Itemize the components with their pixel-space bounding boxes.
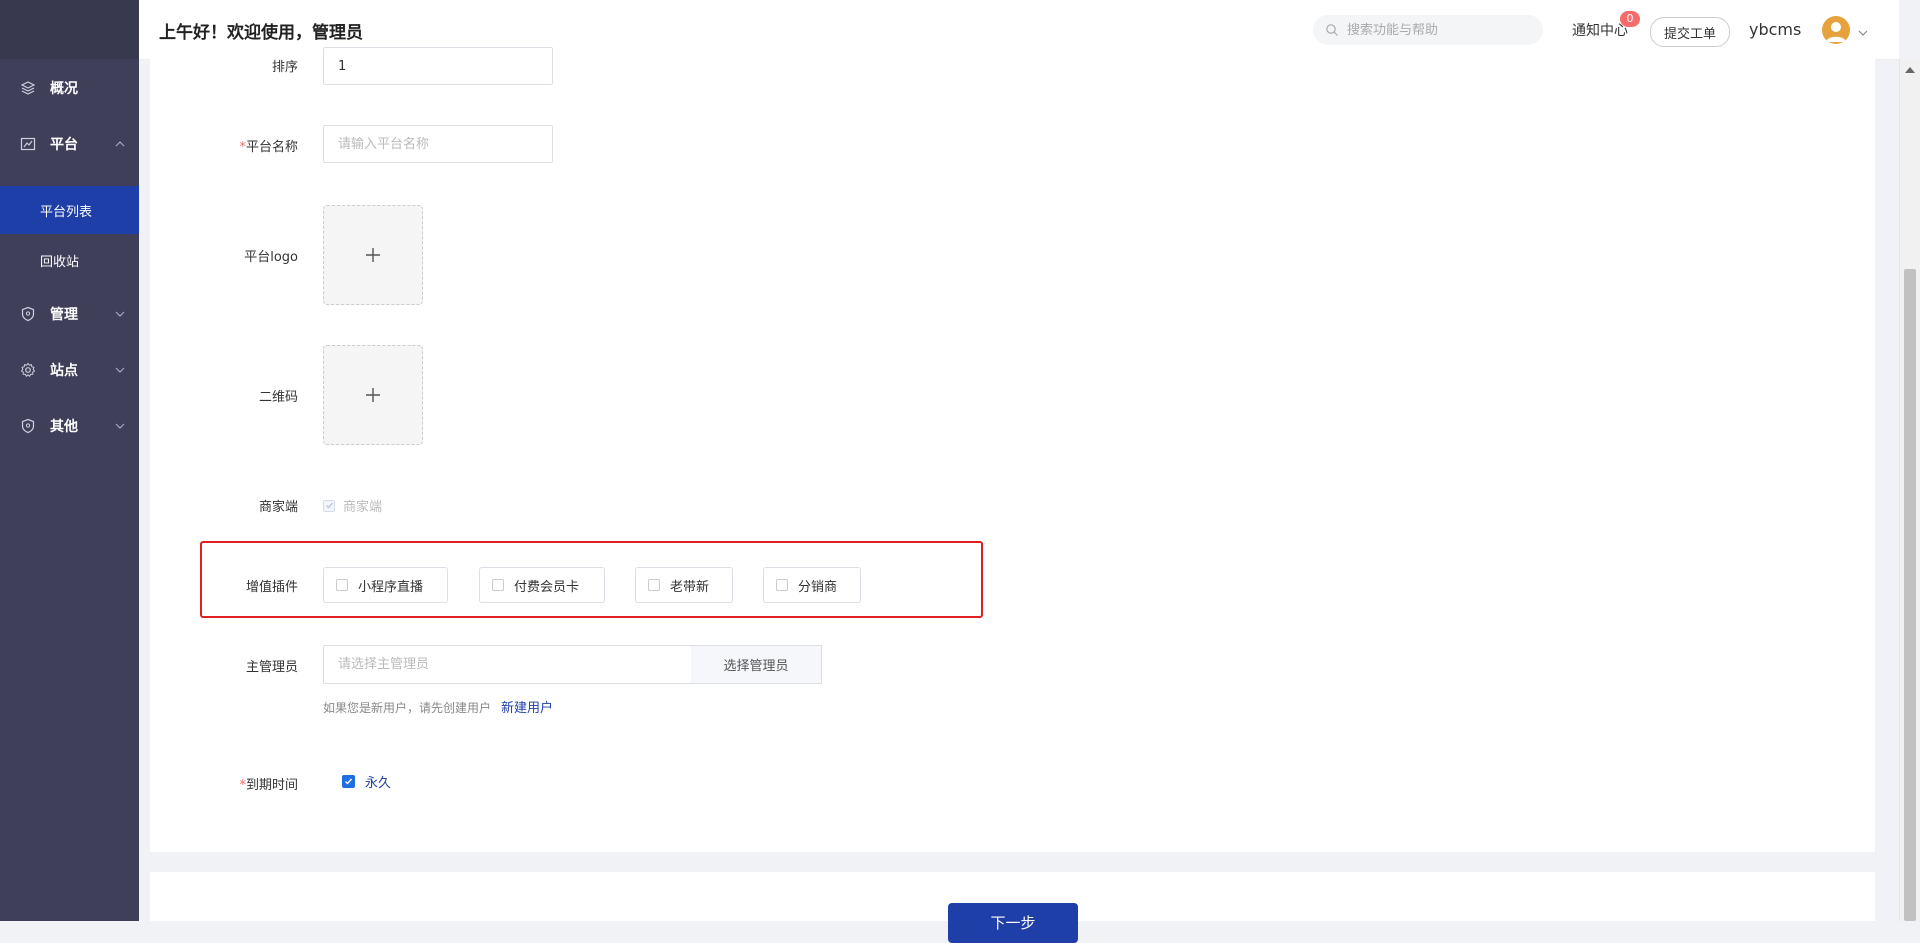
- admin-hint: 如果您是新用户，请先创建用户 新建用户: [323, 697, 553, 716]
- sidebar-item-other[interactable]: 其他: [0, 398, 139, 454]
- sidebar-item-label: 管理: [50, 307, 78, 323]
- checkbox[interactable]: [336, 579, 348, 591]
- plugin-label: 老带新: [670, 579, 710, 595]
- merchant-option-label: 商家端: [343, 500, 383, 515]
- search-icon: [1326, 24, 1338, 36]
- plugins-label: 增值插件: [245, 580, 298, 595]
- plugin-label: 付费会员卡: [514, 579, 580, 595]
- sidebar-item-site[interactable]: 站点: [0, 342, 139, 398]
- logo-area: [0, 0, 139, 59]
- chart-icon: [19, 135, 37, 153]
- notification-center-link[interactable]: 通知中心: [1572, 20, 1628, 40]
- platform-logo-label: 平台logo: [244, 250, 298, 265]
- checkbox[interactable]: [648, 579, 660, 591]
- avatar[interactable]: [1822, 16, 1850, 44]
- expire-label-text: 到期时间: [245, 778, 298, 793]
- select-admin-button[interactable]: 选择管理员: [691, 645, 822, 684]
- checkmark-icon: [323, 499, 335, 512]
- shield-icon: [19, 305, 37, 323]
- scroll-up-arrow-icon[interactable]: [1905, 67, 1915, 73]
- sidebar-subitem-recycle-bin[interactable]: 回收站: [0, 236, 139, 284]
- sidebar-subitem-label: 回收站: [40, 254, 80, 270]
- sort-input[interactable]: [323, 47, 553, 85]
- checkbox[interactable]: [776, 579, 788, 591]
- platform-name-label-text: 平台名称: [245, 140, 298, 155]
- forever-label: 永久: [365, 776, 392, 791]
- sidebar-item-platform[interactable]: 平台: [0, 116, 139, 172]
- plugin-distributor[interactable]: 分销商: [763, 567, 861, 603]
- search-input[interactable]: [1345, 21, 1539, 39]
- next-step-button[interactable]: 下一步: [948, 903, 1078, 943]
- sidebar-item-label: 概况: [50, 81, 78, 97]
- sidebar-item-label: 站点: [50, 363, 78, 379]
- chevron-down-icon[interactable]: [1857, 24, 1869, 43]
- admin-label: 主管理员: [245, 660, 298, 675]
- gear-icon: [19, 361, 37, 379]
- qrcode-upload[interactable]: [323, 345, 423, 445]
- greeting-text: 上午好！欢迎使用，管理员: [159, 23, 363, 43]
- qrcode-label: 二维码: [258, 390, 298, 405]
- sidebar-subitem-platform-list[interactable]: 平台列表: [0, 186, 139, 234]
- search-box[interactable]: [1313, 15, 1543, 45]
- plugin-referral[interactable]: 老带新: [635, 567, 733, 603]
- notification-badge: 0: [1620, 11, 1640, 27]
- create-user-link[interactable]: 新建用户: [501, 701, 553, 716]
- shield-icon: [19, 417, 37, 435]
- plugin-label: 小程序直播: [358, 579, 424, 595]
- chevron-down-icon: [113, 363, 127, 377]
- sidebar: 概况 平台 平台列表 回收站 管理 站点 其他: [0, 0, 139, 921]
- username[interactable]: ybcms: [1749, 20, 1801, 39]
- merchant-label: 商家端: [258, 500, 298, 515]
- plugin-member-card[interactable]: 付费会员卡: [479, 567, 605, 603]
- admin-input[interactable]: [323, 645, 692, 684]
- sidebar-item-overview[interactable]: 概况: [0, 60, 139, 116]
- platform-name-label: *平台名称: [150, 136, 298, 155]
- merchant-checkbox: 商家端: [323, 496, 382, 515]
- plus-icon: [366, 388, 380, 402]
- hint-text: 如果您是新用户，请先创建用户: [323, 701, 492, 715]
- sidebar-item-manage[interactable]: 管理: [0, 286, 139, 342]
- sidebar-item-label: 其他: [50, 419, 78, 435]
- chevron-down-icon: [113, 307, 127, 321]
- vertical-scrollbar[interactable]: [1899, 59, 1920, 921]
- form-card: [150, 59, 1875, 852]
- scrollbar-thumb[interactable]: [1904, 269, 1916, 921]
- layers-icon: [19, 79, 37, 97]
- chevron-down-icon: [113, 419, 127, 433]
- expire-label: *到期时间: [150, 774, 298, 793]
- plugin-label: 分销商: [798, 579, 838, 595]
- forever-checkbox[interactable]: 永久: [342, 772, 391, 791]
- sidebar-item-label: 平台: [50, 137, 78, 153]
- platform-name-input[interactable]: [323, 125, 553, 163]
- plus-icon: [366, 248, 380, 262]
- plugin-mini-program-live[interactable]: 小程序直播: [323, 567, 448, 603]
- sort-label: 排序: [271, 60, 298, 75]
- logo-upload[interactable]: [323, 205, 423, 305]
- checkmark-icon[interactable]: [342, 775, 355, 788]
- checkbox[interactable]: [492, 579, 504, 591]
- submit-ticket-button[interactable]: 提交工单: [1650, 17, 1730, 47]
- sidebar-subitem-label: 平台列表: [40, 204, 93, 220]
- chevron-up-icon: [113, 137, 127, 151]
